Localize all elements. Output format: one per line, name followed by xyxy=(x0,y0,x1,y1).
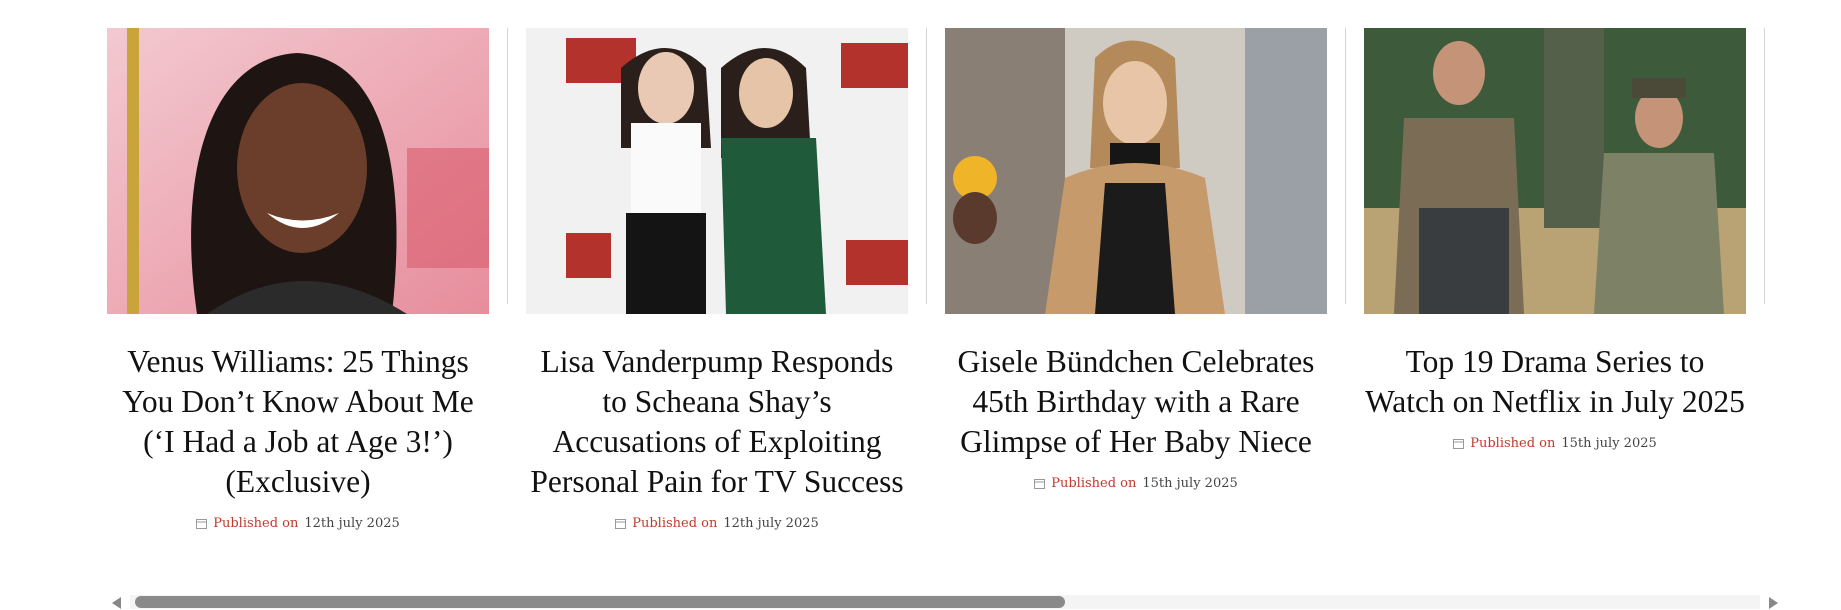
article-title[interactable]: Gisele Bündchen Celebrates 45th Birthday… xyxy=(945,342,1327,462)
arrow-left-icon[interactable] xyxy=(112,597,121,609)
card-divider xyxy=(507,28,508,304)
article-thumbnail[interactable] xyxy=(526,28,908,314)
calendar-icon xyxy=(615,519,627,529)
article-title[interactable]: Top 19 Drama Series to Watch on Netflix … xyxy=(1364,342,1746,422)
scrollbar-thumb[interactable] xyxy=(135,596,1065,608)
article-thumbnail[interactable] xyxy=(945,28,1327,314)
published-label: Published on xyxy=(1470,436,1556,451)
calendar-icon xyxy=(196,519,208,529)
published-label: Published on xyxy=(1051,476,1137,491)
horizontal-scrollbar[interactable] xyxy=(110,595,1780,609)
article-thumbnail[interactable] xyxy=(1364,28,1746,314)
article-card[interactable]: Venus Williams: 25 Things You Don’t Know… xyxy=(107,28,489,531)
article-card[interactable]: Top 19 Drama Series to Watch on Netflix … xyxy=(1364,28,1746,451)
published-date: 15th july 2025 xyxy=(1142,476,1238,491)
article-title[interactable]: Lisa Vanderpump Responds to Scheana Shay… xyxy=(526,342,908,502)
article-meta: Published on 12th july 2025 xyxy=(526,516,908,531)
published-date: 15th july 2025 xyxy=(1561,436,1657,451)
article-meta: Published on 15th july 2025 xyxy=(1364,436,1746,451)
calendar-icon xyxy=(1453,439,1465,449)
published-label: Published on xyxy=(213,516,299,531)
published-label: Published on xyxy=(632,516,718,531)
article-meta: Published on 12th july 2025 xyxy=(107,516,489,531)
card-divider xyxy=(1345,28,1346,304)
article-card[interactable]: Lisa Vanderpump Responds to Scheana Shay… xyxy=(526,28,908,531)
article-meta: Published on 15th july 2025 xyxy=(945,476,1327,491)
published-date: 12th july 2025 xyxy=(723,516,819,531)
article-title[interactable]: Venus Williams: 25 Things You Don’t Know… xyxy=(107,342,489,502)
card-divider xyxy=(926,28,927,304)
calendar-icon xyxy=(1034,479,1046,489)
published-date: 12th july 2025 xyxy=(304,516,400,531)
arrow-right-icon[interactable] xyxy=(1769,597,1778,609)
card-divider xyxy=(1764,28,1765,304)
article-card[interactable]: Gisele Bündchen Celebrates 45th Birthday… xyxy=(945,28,1327,491)
article-carousel: Venus Williams: 25 Things You Don’t Know… xyxy=(107,28,1767,588)
article-thumbnail[interactable] xyxy=(107,28,489,314)
